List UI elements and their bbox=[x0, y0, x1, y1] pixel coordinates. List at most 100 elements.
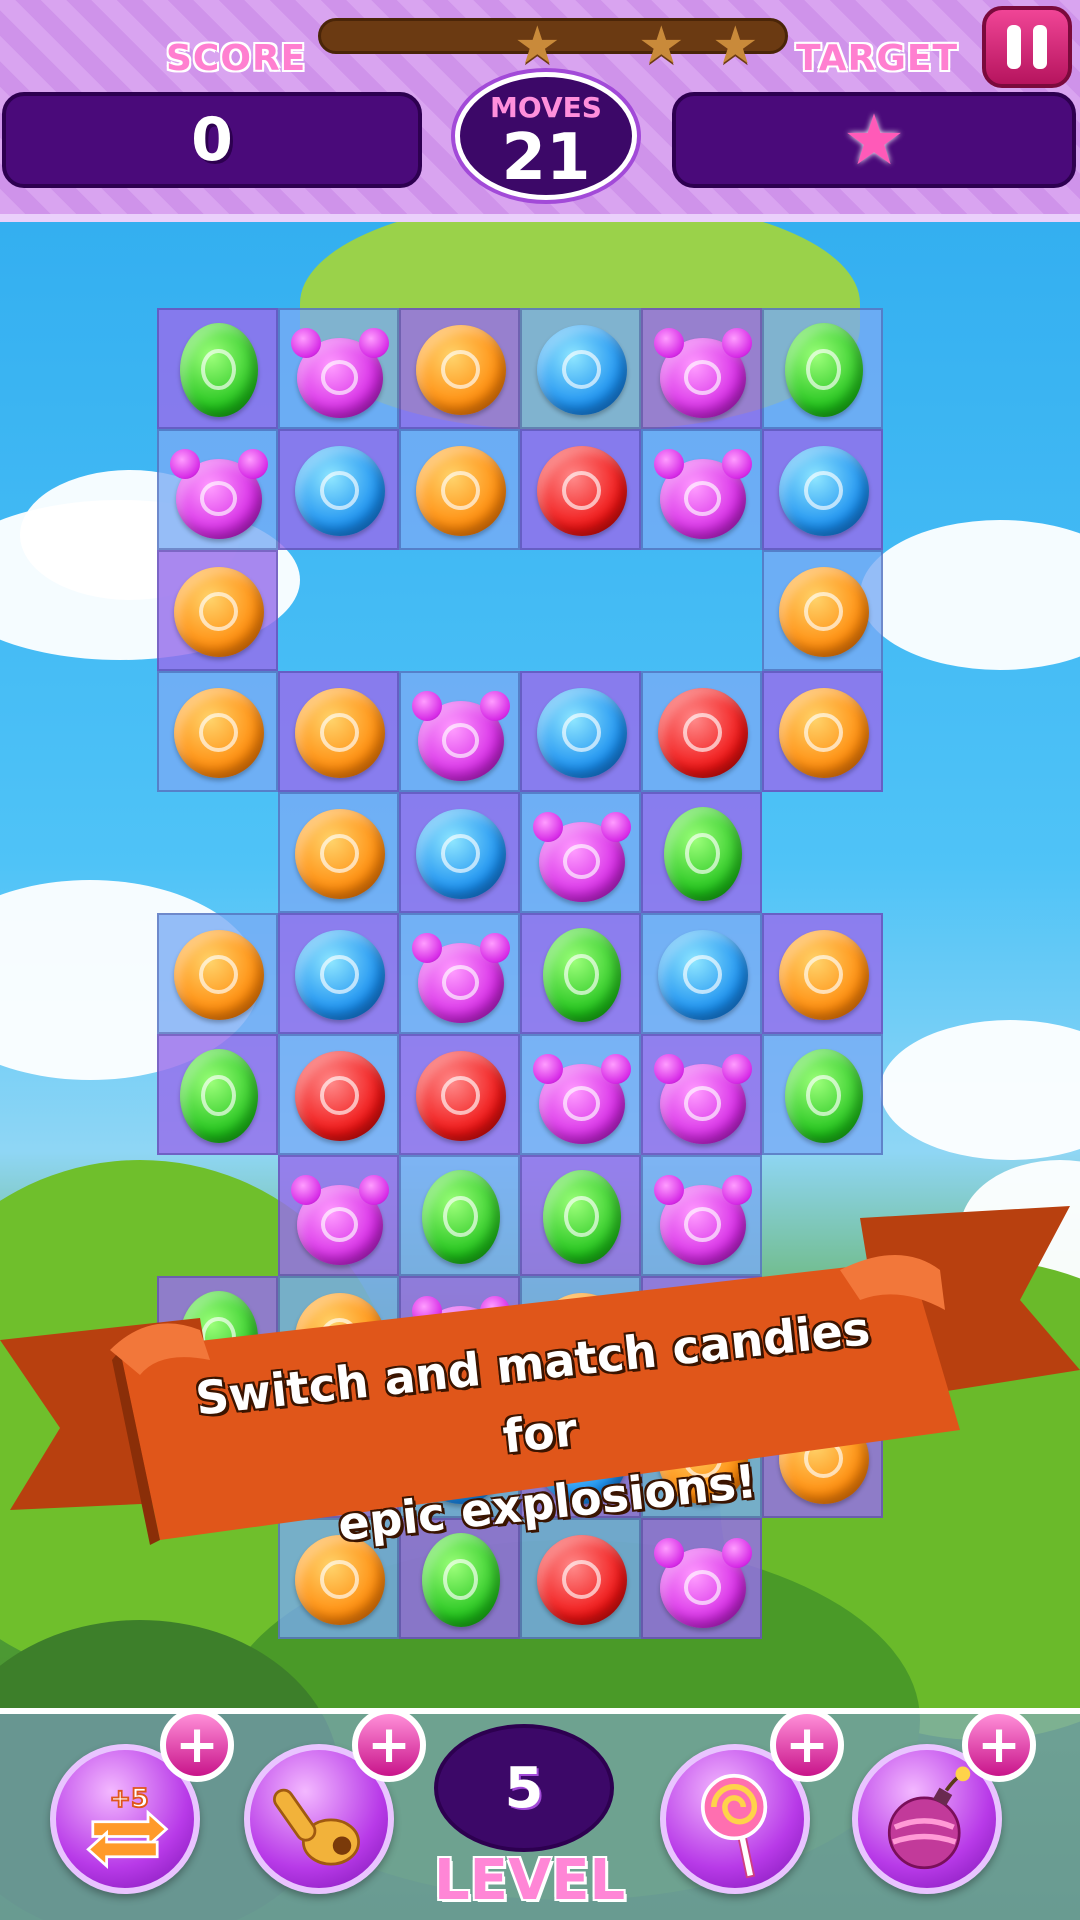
add-bomb-button[interactable]: + bbox=[962, 1708, 1036, 1782]
red-round-candy bbox=[657, 687, 748, 778]
board-cell[interactable] bbox=[641, 1034, 762, 1155]
add-hammer-button[interactable]: + bbox=[352, 1708, 426, 1782]
green-oval-candy bbox=[784, 1048, 863, 1143]
board-cell[interactable] bbox=[399, 913, 520, 1034]
board-cell[interactable] bbox=[157, 913, 278, 1034]
purple-bear-candy bbox=[653, 1053, 752, 1144]
red-round-candy bbox=[294, 1050, 385, 1141]
board-cell[interactable] bbox=[641, 429, 762, 550]
orange-round-candy bbox=[294, 687, 385, 778]
bear-ear bbox=[237, 448, 268, 479]
green-oval-candy bbox=[179, 322, 258, 417]
bear-ear bbox=[169, 448, 200, 479]
bear-ear bbox=[653, 327, 684, 358]
orange-round-candy bbox=[415, 445, 506, 536]
bear-ear bbox=[411, 932, 442, 963]
board-cell[interactable] bbox=[278, 792, 399, 913]
purple-bear-candy bbox=[290, 327, 389, 418]
board-cell[interactable] bbox=[520, 308, 641, 429]
bear-ear bbox=[721, 448, 752, 479]
bear-ear bbox=[600, 811, 631, 842]
add-extra-moves-button[interactable]: + bbox=[160, 1708, 234, 1782]
red-round-candy bbox=[415, 1050, 506, 1141]
board-cell[interactable] bbox=[399, 1034, 520, 1155]
add-lollipop-button[interactable]: + bbox=[770, 1708, 844, 1782]
orange-round-candy bbox=[294, 808, 385, 899]
purple-bear-candy bbox=[169, 448, 268, 539]
orange-round-candy bbox=[173, 566, 264, 657]
board-cell[interactable] bbox=[157, 550, 278, 671]
blue-round-candy bbox=[536, 324, 627, 415]
bear-ear bbox=[479, 690, 510, 721]
board-cell[interactable] bbox=[641, 308, 762, 429]
green-oval-candy bbox=[179, 1048, 258, 1143]
score-panel: 0 bbox=[2, 92, 422, 188]
purple-bear-candy bbox=[653, 327, 752, 418]
blue-round-candy bbox=[294, 929, 385, 1020]
progress-star-2-icon: ★ bbox=[638, 16, 685, 76]
board-cell[interactable] bbox=[278, 913, 399, 1034]
board-cell[interactable] bbox=[520, 792, 641, 913]
board-cell[interactable] bbox=[762, 913, 883, 1034]
board-cell[interactable] bbox=[157, 429, 278, 550]
blue-round-candy bbox=[536, 687, 627, 778]
board-cell[interactable] bbox=[520, 429, 641, 550]
board-cell[interactable] bbox=[278, 671, 399, 792]
bear-ear bbox=[532, 811, 563, 842]
level-number: 5 bbox=[434, 1724, 614, 1852]
moves-value: 21 bbox=[501, 121, 591, 195]
orange-round-candy bbox=[778, 687, 869, 778]
blue-round-candy bbox=[657, 929, 748, 1020]
bear-ear bbox=[358, 327, 389, 358]
board-cell[interactable] bbox=[157, 1034, 278, 1155]
green-oval-candy bbox=[663, 806, 742, 901]
progress-star-3-icon: ★ bbox=[712, 16, 759, 76]
bear-ear bbox=[532, 1053, 563, 1084]
purple-bear-candy bbox=[411, 690, 510, 781]
board-cell[interactable] bbox=[399, 671, 520, 792]
bear-ear bbox=[479, 932, 510, 963]
board-cell[interactable] bbox=[278, 1034, 399, 1155]
bear-ear bbox=[721, 1053, 752, 1084]
board-cell[interactable] bbox=[399, 429, 520, 550]
score-value: 0 bbox=[191, 105, 233, 175]
board-cell[interactable] bbox=[641, 671, 762, 792]
board-cell[interactable] bbox=[157, 671, 278, 792]
bear-ear bbox=[721, 327, 752, 358]
board-cell[interactable] bbox=[762, 308, 883, 429]
board-cell[interactable] bbox=[641, 913, 762, 1034]
board-cell[interactable] bbox=[520, 671, 641, 792]
purple-bear-candy bbox=[532, 811, 631, 902]
board-cell[interactable] bbox=[762, 1034, 883, 1155]
bear-ear bbox=[600, 1053, 631, 1084]
pause-button[interactable] bbox=[982, 6, 1072, 88]
purple-bear-candy bbox=[653, 448, 752, 539]
board-cell[interactable] bbox=[762, 429, 883, 550]
board-cell[interactable] bbox=[520, 1034, 641, 1155]
red-round-candy bbox=[536, 445, 627, 536]
board-cell[interactable] bbox=[157, 308, 278, 429]
blue-round-candy bbox=[415, 808, 506, 899]
top-hud: ★ ★ ★ SCORE TARGET 0 ★ MOVES 21 bbox=[0, 0, 1080, 222]
moves-counter: MOVES 21 bbox=[455, 72, 637, 200]
orange-round-candy bbox=[415, 324, 506, 415]
blue-round-candy bbox=[294, 445, 385, 536]
board-cell[interactable] bbox=[278, 429, 399, 550]
pause-icon bbox=[1007, 25, 1021, 69]
green-oval-candy bbox=[542, 927, 621, 1022]
board-cell[interactable] bbox=[399, 792, 520, 913]
target-star-icon: ★ bbox=[842, 99, 906, 181]
orange-round-candy bbox=[173, 929, 264, 1020]
green-oval-candy bbox=[784, 322, 863, 417]
board-cell[interactable] bbox=[399, 308, 520, 429]
score-label: SCORE bbox=[166, 38, 307, 79]
board-cell[interactable] bbox=[641, 792, 762, 913]
board-cell[interactable] bbox=[762, 550, 883, 671]
board-cell[interactable] bbox=[762, 671, 883, 792]
svg-text:+5: +5 bbox=[109, 1784, 149, 1814]
board-cell[interactable] bbox=[278, 308, 399, 429]
target-label: TARGET bbox=[796, 38, 959, 79]
orange-round-candy bbox=[173, 687, 264, 778]
target-panel: ★ bbox=[672, 92, 1076, 188]
board-cell[interactable] bbox=[520, 913, 641, 1034]
